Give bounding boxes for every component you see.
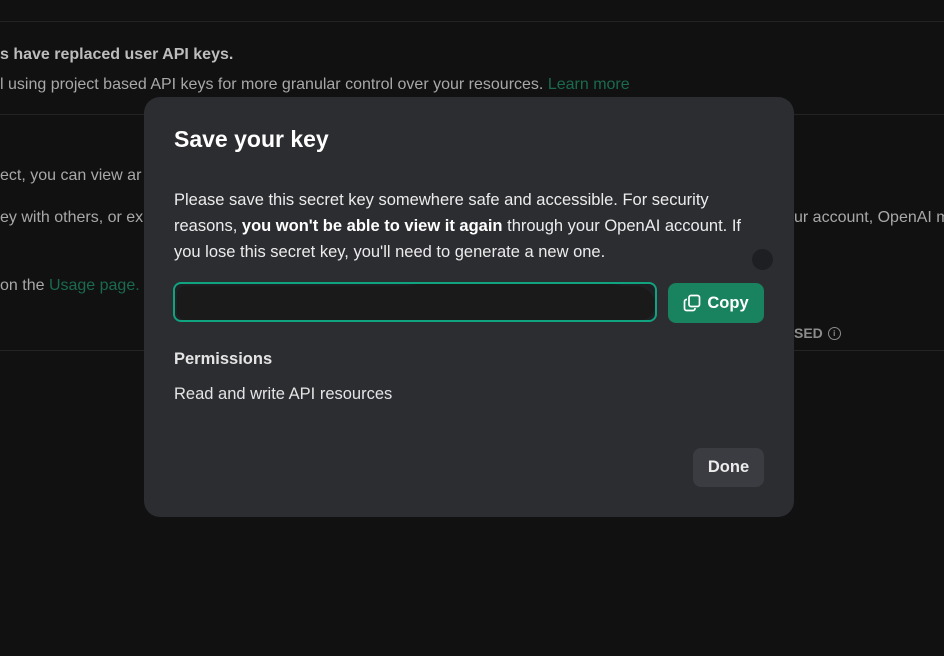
usage-page-link[interactable]: Usage page.: [49, 277, 140, 294]
notice-title: s have replaced user API keys.: [0, 46, 234, 63]
column-header-last-used: SED i: [794, 325, 841, 341]
usage-prefix: on the: [0, 277, 45, 294]
info-icon[interactable]: i: [827, 326, 841, 340]
permissions-heading: Permissions: [174, 350, 273, 368]
dialog-title: Save your key: [174, 126, 329, 152]
divider: [0, 21, 944, 22]
copy-button[interactable]: Copy: [668, 283, 764, 323]
secret-key-field[interactable]: [173, 282, 657, 322]
permissions-value: Read and write API resources: [174, 385, 393, 403]
save-key-dialog: Save your key Please save this secret ke…: [144, 97, 794, 517]
copy-icon: [684, 294, 701, 312]
description-line-2: ey with others, or ex: [0, 209, 144, 226]
description-emphasis: you won't be able to view it again: [241, 217, 503, 235]
usage-line: on the Usage page.: [0, 277, 140, 295]
description-line-1: ect, you can view ar: [0, 167, 142, 184]
learn-more-link[interactable]: Learn more: [548, 76, 630, 93]
notice-body: l using project based API keys for more …: [0, 76, 630, 94]
cursor-indicator: [752, 249, 773, 270]
done-button[interactable]: Done: [693, 448, 764, 487]
notice-body-text: l using project based API keys for more …: [0, 76, 544, 93]
copy-button-label: Copy: [707, 293, 749, 312]
description-line-2-right: ur account, OpenAI m: [794, 209, 944, 226]
api-keys-page: s have replaced user API keys. l using p…: [0, 0, 944, 656]
dialog-description: Please save this secret key somewhere sa…: [174, 187, 764, 265]
column-header-label: SED: [794, 325, 823, 341]
